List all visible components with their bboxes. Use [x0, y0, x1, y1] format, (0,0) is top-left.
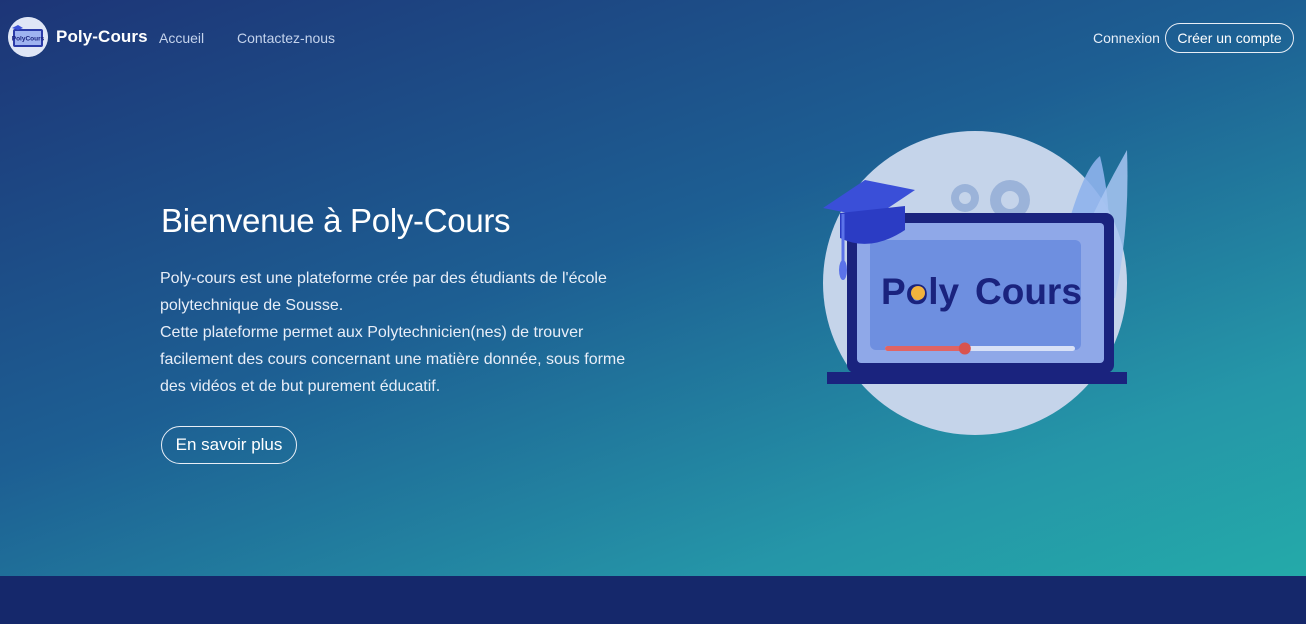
learn-more-button[interactable]: En savoir plus: [161, 426, 297, 464]
hero-description-line: des vidéos et de but purement éducatif.: [160, 378, 441, 395]
logo[interactable]: PolyCours: [8, 17, 48, 57]
play-icon: [911, 286, 925, 300]
nav-link-accueil[interactable]: Accueil: [159, 30, 204, 46]
footer-band: [0, 576, 1306, 624]
hero-description-line: facilement des cours concernant une mati…: [160, 351, 626, 368]
logo-text: PolyCours: [12, 36, 45, 43]
hero-description-line: polytechnique de Sousse.: [160, 297, 344, 314]
login-link[interactable]: Connexion: [1093, 30, 1160, 46]
progress-knob: [958, 342, 971, 355]
hero-description-line: Poly-cours est une plateforme crée par d…: [160, 270, 607, 287]
gear-icon: [951, 184, 979, 212]
hero-title: Bienvenue à Poly-Cours: [161, 202, 511, 239]
logo-icon: PolyCours: [8, 17, 48, 57]
progress-fill: [885, 346, 965, 351]
hero-section: PolyCours Poly-Cours Accueil Contactez-n…: [0, 0, 1306, 576]
hero-description-line: Cette plateforme permet aux Polytechnici…: [160, 324, 584, 341]
nav-link-contact[interactable]: Contactez-nous: [237, 30, 335, 46]
laptop-base: [827, 372, 1127, 384]
hero-illustration: Poly Cours: [823, 131, 1128, 435]
signup-button[interactable]: Créer un compte: [1165, 23, 1294, 53]
hero-description: Poly-cours est une plateforme crée par d…: [160, 265, 650, 400]
brand-name[interactable]: Poly-Cours: [56, 27, 148, 47]
screen-text-cours: Cours: [975, 271, 1082, 312]
